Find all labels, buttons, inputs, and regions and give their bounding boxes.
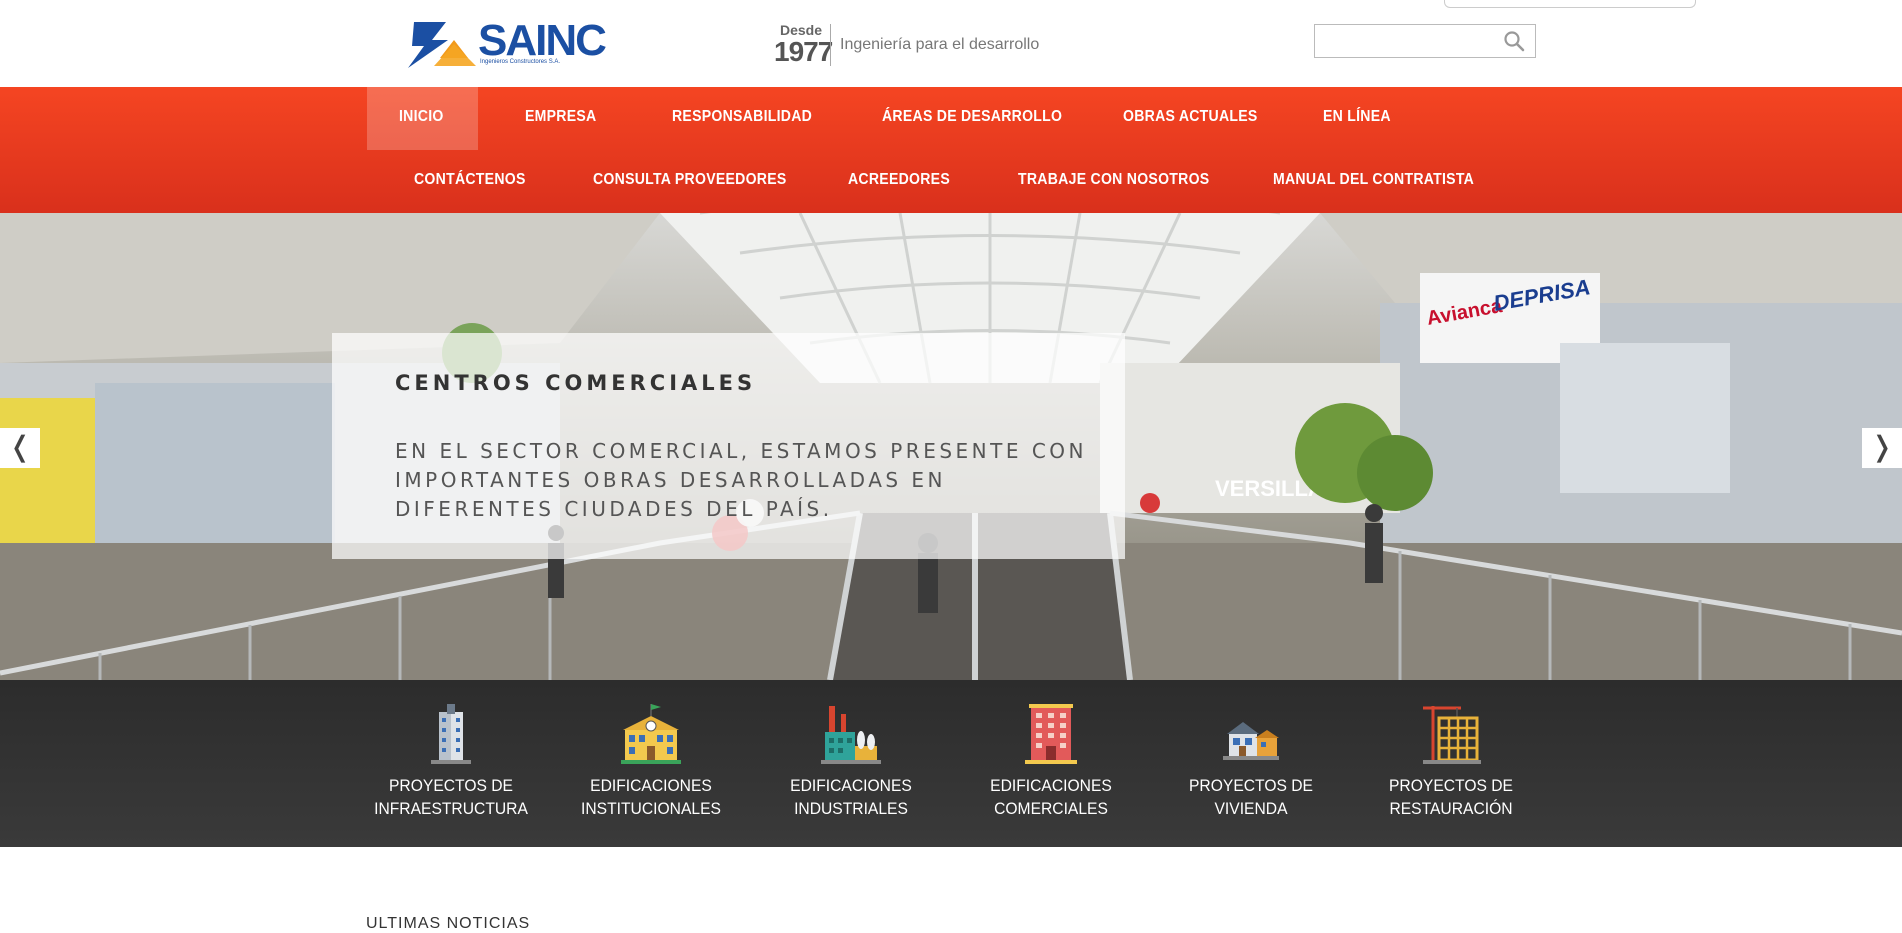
- nav-item-responsabilidad[interactable]: RESPONSABILIDAD: [672, 108, 812, 126]
- site-header: SAINC Ingenieros Constructores S.A. Desd…: [0, 0, 1902, 87]
- slide-title: CENTROS COMERCIALES: [395, 371, 757, 395]
- category-vivienda[interactable]: PROYECTOS DE VIVIENDA: [1161, 702, 1341, 820]
- category-infraestructura[interactable]: PROYECTOS DE INFRAESTRUCTURA: [361, 702, 541, 820]
- since-divider: [830, 24, 831, 66]
- news-heading: ULTIMAS NOTICIAS: [366, 915, 531, 932]
- logo-subtitle: Ingenieros Constructores S.A.: [480, 59, 561, 65]
- hero-slider: Avianca DEPRISA VERSILLA CENTROS COMERCI…: [0, 213, 1902, 680]
- category-label: EDIFICACIONES INSTITUCIONALES: [581, 776, 721, 818]
- nav-item-en-linea[interactable]: EN LÍNEA: [1323, 108, 1391, 126]
- main-navigation: INICIO EMPRESA RESPONSABILIDAD ÁREAS DE …: [0, 87, 1902, 213]
- logo-mark-icon: [408, 22, 476, 68]
- top-dropdown-panel: [1444, 0, 1696, 8]
- nav-item-obras-actuales[interactable]: OBRAS ACTUALES: [1123, 108, 1258, 126]
- nav-item-areas-de-desarrollo[interactable]: ÁREAS DE DESARROLLO: [882, 108, 1062, 126]
- search-icon[interactable]: [1503, 30, 1525, 52]
- house-icon: [1223, 722, 1279, 760]
- category-label: EDIFICACIONES INDUSTRIALES: [790, 776, 912, 818]
- crane-scaffold-icon: [1423, 706, 1481, 764]
- tagline: Ingeniería para el desarrollo: [840, 36, 1040, 53]
- slider-prev-button[interactable]: ❬: [0, 428, 40, 468]
- commercial-building-icon: [1025, 704, 1077, 764]
- since-badge: Desde 1977 Ingeniería para el desarrollo: [774, 22, 1039, 68]
- logo-wordmark: SAINC: [478, 16, 607, 65]
- search-input[interactable]: [1314, 24, 1536, 58]
- nav-item-inicio[interactable]: INICIO: [399, 108, 444, 126]
- category-label: PROYECTOS DE VIVIENDA: [1189, 776, 1313, 818]
- company-logo[interactable]: SAINC Ingenieros Constructores S.A.: [406, 18, 607, 70]
- slide-description: EN EL SECTOR COMERCIAL, ESTAMOS PRESENTE…: [395, 439, 1087, 521]
- category-label: EDIFICACIONES COMERCIALES: [990, 776, 1112, 818]
- category-restauracion[interactable]: PROYECTOS DE RESTAURACIÓN: [1361, 702, 1541, 820]
- since-year: 1977: [774, 36, 833, 67]
- category-band: PROYECTOS DE INFRAESTRUCTURA EDIFICACIONE…: [0, 680, 1902, 847]
- slider-next-button[interactable]: ❭: [1862, 428, 1902, 468]
- nav-item-acreedores[interactable]: ACREEDORES: [848, 171, 950, 189]
- category-comerciales[interactable]: EDIFICACIONES COMERCIALES: [961, 702, 1141, 820]
- factory-icon: [821, 706, 881, 764]
- nav-item-trabaje-con-nosotros[interactable]: TRABAJE CON NOSOTROS: [1018, 171, 1209, 189]
- nav-item-manual-del-contratista[interactable]: MANUAL DEL CONTRATISTA: [1273, 171, 1474, 189]
- school-building-icon: [621, 704, 681, 764]
- nav-item-consulta-proveedores[interactable]: CONSULTA PROVEEDORES: [593, 171, 787, 189]
- nav-item-contactenos[interactable]: CONTÁCTENOS: [414, 171, 526, 189]
- slide-caption: CENTROS COMERCIALES EN EL SECTOR COMERCI…: [332, 333, 1125, 559]
- category-label: PROYECTOS DE INFRAESTRUCTURA: [374, 776, 528, 818]
- category-label: PROYECTOS DE RESTAURACIÓN: [1389, 776, 1513, 818]
- nav-item-empresa[interactable]: EMPRESA: [525, 108, 596, 126]
- category-industriales[interactable]: EDIFICACIONES INDUSTRIALES: [761, 702, 941, 820]
- tower-building-icon: [431, 704, 471, 764]
- category-institucionales[interactable]: EDIFICACIONES INSTITUCIONALES: [561, 702, 741, 820]
